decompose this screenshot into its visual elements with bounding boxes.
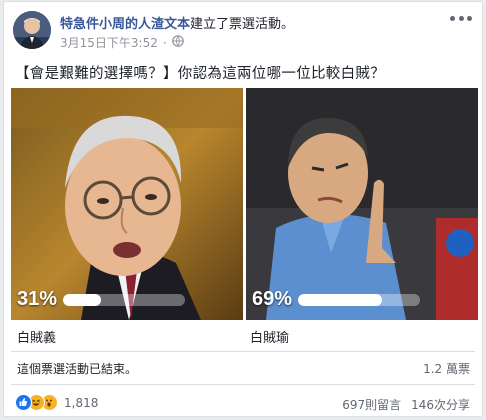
more-options-icon[interactable] xyxy=(450,11,472,25)
share-count[interactable]: 146次分享 xyxy=(411,396,470,413)
option-1-percent: 31% xyxy=(17,288,58,310)
option-1-label: 白賊義 xyxy=(17,331,57,346)
post-action-text: 建立了票選活動。 xyxy=(190,17,295,32)
poll-status: 這個票選活動已結束。 xyxy=(17,362,138,376)
poll-result-2: 69% xyxy=(252,288,421,311)
option-2-bar-fill xyxy=(298,293,383,306)
candidate-1-photo xyxy=(11,88,243,320)
poll-option-1[interactable]: 31% xyxy=(11,88,243,320)
globe-icon[interactable] xyxy=(171,35,184,50)
option-1-bar-fill xyxy=(63,293,101,306)
post-header: 特急件小周的人渣文本建立了票選活動。 xyxy=(60,13,294,32)
post-meta: 3月15日下午3:52 · xyxy=(60,34,184,51)
reaction-summary[interactable]: 1,818 xyxy=(15,394,98,411)
divider xyxy=(11,351,475,352)
comment-count[interactable]: 697則留言 xyxy=(342,396,401,413)
divider xyxy=(11,384,475,385)
candidate-2-photo xyxy=(246,88,478,320)
page-avatar[interactable] xyxy=(13,11,51,49)
post-timestamp[interactable]: 3月15日下午3:52 xyxy=(60,34,158,51)
reaction-count[interactable]: 1,818 xyxy=(64,396,98,410)
option-2-bar xyxy=(298,293,421,306)
page-name-link[interactable]: 特急件小周的人渣文本 xyxy=(60,17,190,32)
option-2-percent: 69% xyxy=(252,288,293,310)
vote-count[interactable]: 1.2 萬票 xyxy=(423,360,470,377)
poll-option-2[interactable]: 69% xyxy=(246,88,478,320)
option-1-bar xyxy=(63,293,186,306)
meta-separator: · xyxy=(162,35,167,50)
engagement-stats: 697則留言 146次分享 xyxy=(342,396,470,413)
poll-question: 【會是艱難的選擇嗎？】你認為這兩位哪一位比較白賊？ xyxy=(15,66,385,82)
like-icon xyxy=(15,394,32,411)
option-2-label: 白賊瑜 xyxy=(250,331,290,346)
poll-post-card: 特急件小周的人渣文本建立了票選活動。 3月15日下午3:52 · 【會是艱難的選… xyxy=(3,1,483,417)
poll-result-1: 31% xyxy=(17,288,186,311)
